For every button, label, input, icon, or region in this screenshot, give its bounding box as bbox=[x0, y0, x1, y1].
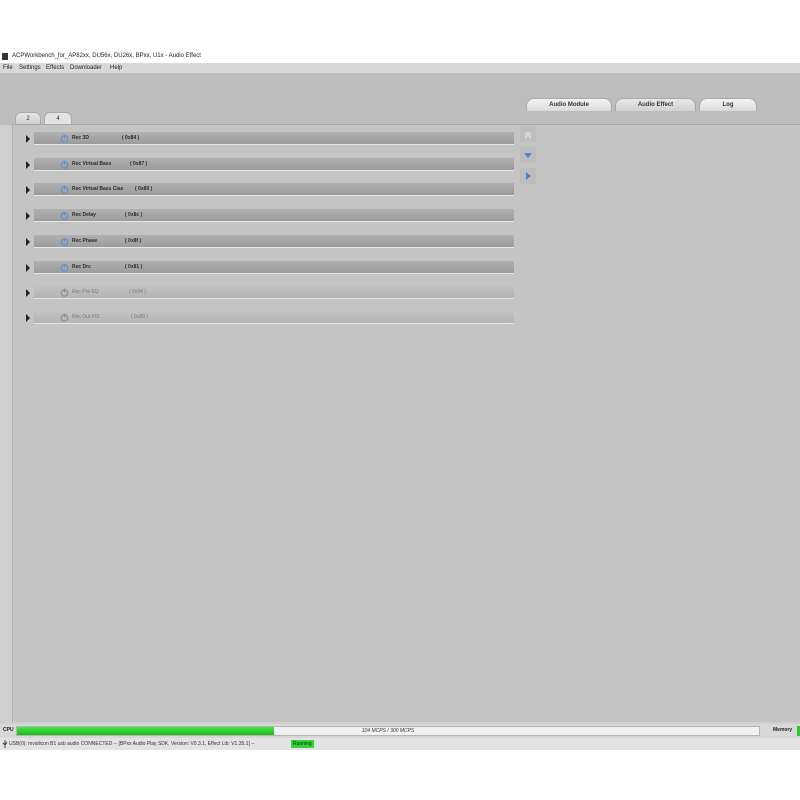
power-icon[interactable] bbox=[60, 263, 69, 272]
memory-label: Memory bbox=[773, 727, 793, 733]
subtab-2[interactable]: 2 bbox=[15, 112, 41, 124]
effect-code: ( 0x8f ) bbox=[125, 238, 142, 244]
cpu-progress-track: 104 MCPS / 300 MCPS bbox=[16, 726, 760, 736]
expand-arrow-icon[interactable] bbox=[26, 264, 30, 272]
effect-code: ( 0x89 ) bbox=[135, 186, 153, 192]
status-bar: USB(0): mvsilicon B1 usb audio CONNECTED… bbox=[0, 738, 800, 750]
effect-name: Rec Phase bbox=[72, 238, 98, 244]
power-icon[interactable] bbox=[60, 313, 69, 322]
effect-name: Rec Delay bbox=[72, 212, 96, 218]
resource-usage-bar: CPU 104 MCPS / 300 MCPS Memory bbox=[0, 724, 800, 738]
effect-header-bar[interactable]: Rec Drc ( 0x81 ) bbox=[34, 261, 514, 274]
subtab-4[interactable]: 4 bbox=[44, 112, 72, 124]
effect-row[interactable]: Rec Drc ( 0x81 ) bbox=[12, 261, 514, 274]
menu-bar: File Settings Effects Downloader Help bbox=[0, 63, 800, 73]
triangle-right-icon bbox=[526, 172, 531, 180]
tab-audio-module[interactable]: Audio Module bbox=[526, 98, 612, 111]
expand-arrow-icon[interactable] bbox=[26, 161, 30, 169]
effect-row[interactable]: Rec Virtual Bass ( 0x87 ) bbox=[12, 158, 514, 171]
menu-settings[interactable]: Settings bbox=[19, 63, 41, 73]
usb-icon bbox=[2, 740, 8, 748]
tab-header-area: Audio Module Audio Effect Log 2 4 bbox=[0, 73, 800, 125]
window-title: ACPWorkbench_for_AP82xx, DU56x, DU26x, B… bbox=[12, 53, 201, 59]
effect-header-bar[interactable]: Rec Out FIS ( 0x89 ) bbox=[34, 311, 514, 324]
effect-row[interactable]: Rec Virtual Bass Clas ( 0x89 ) bbox=[12, 183, 514, 196]
menu-effects[interactable]: Effects bbox=[46, 63, 64, 73]
effect-row[interactable]: Rec Pre EQ ( 0x94 ) bbox=[12, 286, 514, 299]
connection-status-text: USB(0): mvsilicon B1 usb audio CONNECTED… bbox=[9, 741, 255, 747]
menu-file[interactable]: File bbox=[3, 63, 13, 73]
title-bar: ACPWorkbench_for_AP82xx, DU56x, DU26x, B… bbox=[0, 50, 800, 63]
effect-header-bar[interactable]: Rec Virtual Bass Clas ( 0x89 ) bbox=[34, 183, 514, 196]
effect-row[interactable]: Rec Phase ( 0x8f ) bbox=[12, 235, 514, 248]
cpu-usage-text: 104 MCPS / 300 MCPS bbox=[361, 728, 415, 734]
tab-log[interactable]: Log bbox=[699, 98, 757, 111]
effect-header-bar[interactable]: Rec Phase ( 0x8f ) bbox=[34, 235, 514, 248]
effect-name: Rec Drc bbox=[72, 264, 91, 270]
power-icon[interactable] bbox=[60, 288, 69, 297]
expand-arrow-icon[interactable] bbox=[26, 289, 30, 297]
expand-arrow-icon[interactable] bbox=[26, 135, 30, 143]
effect-header-bar[interactable]: Rec Pre EQ ( 0x94 ) bbox=[34, 286, 514, 299]
expand-arrow-icon[interactable] bbox=[26, 186, 30, 194]
effect-header-bar[interactable]: Rec 3D ( 0x84 ) bbox=[34, 132, 514, 145]
effect-row[interactable]: Rec Out FIS ( 0x89 ) bbox=[12, 311, 514, 324]
app-window: ACPWorkbench_for_AP82xx, DU56x, DU26x, B… bbox=[0, 50, 800, 750]
effect-row[interactable]: Rec Delay ( 0x8c ) bbox=[12, 209, 514, 222]
expand-arrow-icon[interactable] bbox=[26, 238, 30, 246]
effect-name: Rec 3D bbox=[72, 135, 89, 141]
apply-button[interactable] bbox=[520, 168, 536, 184]
effect-name: Rec Pre EQ bbox=[72, 289, 99, 295]
double-chevron-up-icon bbox=[524, 131, 532, 139]
cpu-label: CPU bbox=[3, 727, 14, 733]
app-icon bbox=[2, 53, 8, 60]
power-icon[interactable] bbox=[60, 160, 69, 169]
effect-code: ( 0x81 ) bbox=[125, 264, 143, 270]
effect-name: Rec Out FIS bbox=[72, 314, 100, 320]
power-icon[interactable] bbox=[60, 185, 69, 194]
effect-code: ( 0x84 ) bbox=[122, 135, 140, 141]
effect-header-bar[interactable]: Rec Delay ( 0x8c ) bbox=[34, 209, 514, 222]
move-down-button[interactable] bbox=[520, 147, 536, 163]
menu-downloader[interactable]: Downloader bbox=[70, 63, 102, 73]
triangle-down-icon bbox=[524, 153, 532, 158]
effect-name: Rec Virtual Bass bbox=[72, 161, 112, 167]
tab-audio-effect[interactable]: Audio Effect bbox=[615, 98, 696, 111]
expand-arrow-icon[interactable] bbox=[26, 212, 30, 220]
effect-code: ( 0x87 ) bbox=[130, 161, 148, 167]
effect-code: ( 0x89 ) bbox=[131, 314, 148, 320]
power-icon[interactable] bbox=[60, 211, 69, 220]
effect-name: Rec Virtual Bass Clas bbox=[72, 186, 124, 192]
status-badge: Running bbox=[291, 740, 314, 748]
power-icon[interactable] bbox=[60, 237, 69, 246]
collapse-all-button[interactable] bbox=[520, 126, 536, 142]
effect-header-bar[interactable]: Rec Virtual Bass ( 0x87 ) bbox=[34, 158, 514, 171]
power-icon[interactable] bbox=[60, 134, 69, 143]
expand-arrow-icon[interactable] bbox=[26, 314, 30, 322]
effect-code: ( 0x94 ) bbox=[129, 289, 146, 295]
effect-row[interactable]: Rec 3D ( 0x84 ) bbox=[12, 132, 514, 145]
effect-code: ( 0x8c ) bbox=[125, 212, 143, 218]
menu-help[interactable]: Help bbox=[110, 63, 122, 73]
